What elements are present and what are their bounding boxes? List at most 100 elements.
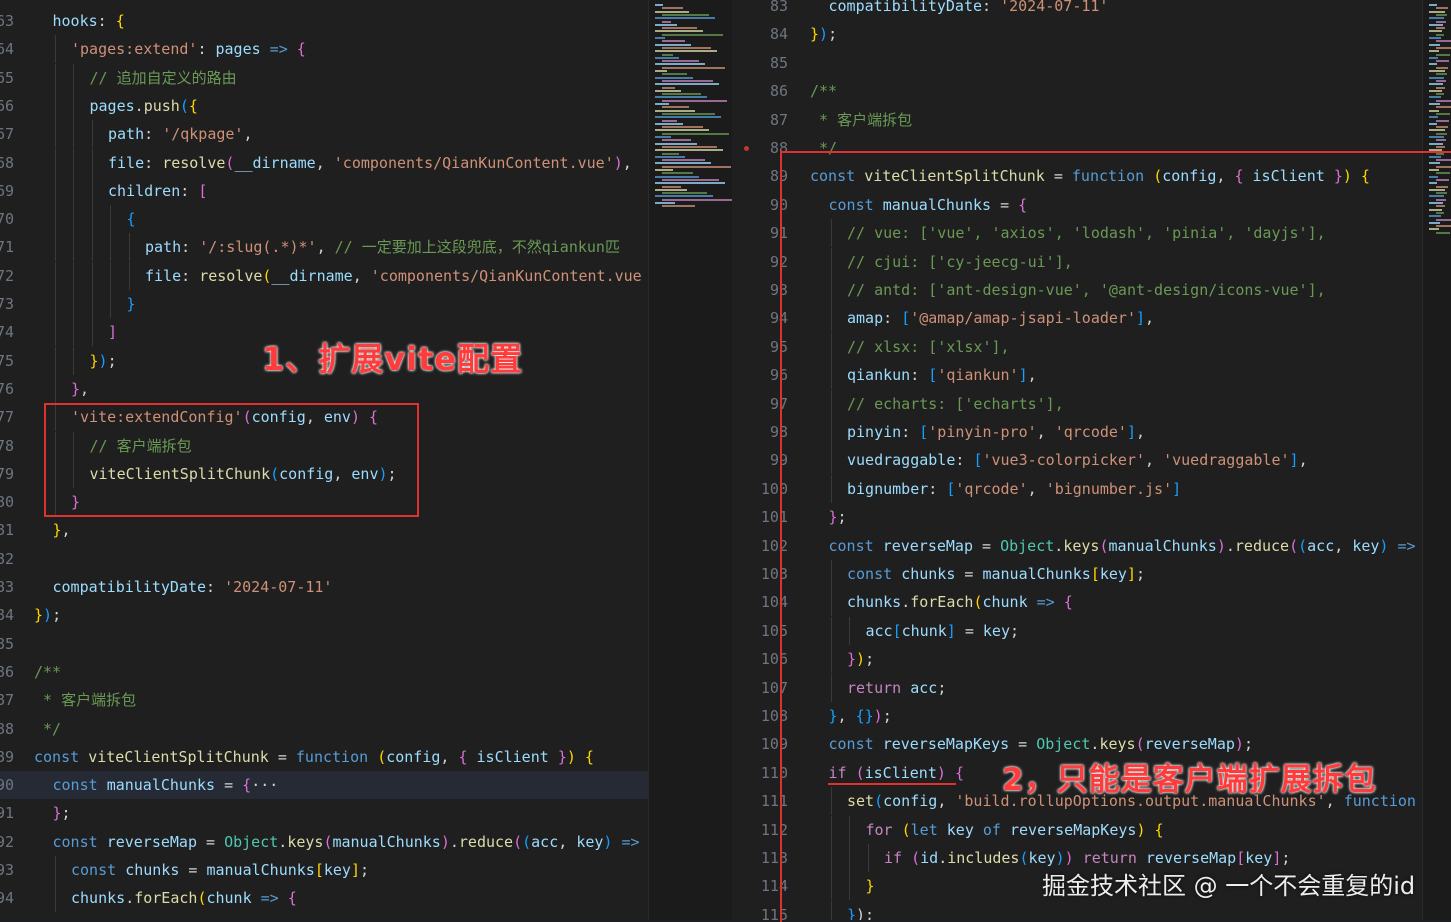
- minimap-stroke: [1436, 60, 1449, 63]
- code-token: ): [613, 153, 623, 172]
- code-token: {: [584, 747, 594, 766]
- line-number: 64: [0, 40, 14, 59]
- indent-guide: [54, 233, 56, 262]
- code-line[interactable]: 87 * 客户端拆包: [732, 106, 1422, 134]
- minimap-stroke: [1436, 13, 1447, 16]
- code-text: };: [34, 799, 71, 827]
- code-line[interactable]: 91};: [0, 799, 648, 827]
- minimap-stroke: [1429, 30, 1442, 33]
- code-token: ,: [440, 747, 459, 766]
- minimap-stroke: [1436, 119, 1449, 122]
- minimap-stroke: [655, 149, 723, 152]
- code-token: :: [144, 125, 163, 144]
- line-number: 86: [0, 662, 14, 681]
- code-line[interactable]: 69 children: [: [0, 176, 648, 205]
- line-number: 63: [0, 12, 14, 30]
- code-line[interactable]: 88 */: [0, 715, 648, 743]
- code-token: viteClientSplitChunk: [88, 747, 269, 766]
- code-token: ,: [316, 238, 335, 257]
- code-token: }: [71, 379, 81, 398]
- minimap-stroke: [655, 129, 709, 132]
- code-line[interactable]: 72 file: resolve(__dirname, 'components/Q…: [0, 261, 648, 290]
- indent-guide: [73, 261, 74, 290]
- annotation-extend-vite-config: 1、扩展vite配置: [262, 340, 524, 378]
- code-line[interactable]: 81},: [0, 516, 648, 544]
- minimap-stroke: [1436, 112, 1450, 115]
- code-line[interactable]: 85: [732, 49, 1422, 77]
- left-minimap[interactable]: [648, 0, 733, 920]
- code-line[interactable]: 70 {: [0, 205, 648, 234]
- minimap-stroke: [655, 136, 671, 138]
- code-text: compatibilityDate: '2024-07-11': [34, 573, 333, 601]
- code-line[interactable]: 65 // 追加自定义的路由: [0, 63, 648, 92]
- minimap-stroke: [1429, 109, 1439, 112]
- code-line[interactable]: 86 /**: [0, 658, 648, 686]
- code-line[interactable]: 64 'pages:extend': pages => {: [0, 35, 648, 64]
- code-line[interactable]: 84});: [0, 601, 648, 629]
- indent-guide: [73, 63, 74, 92]
- indent-guide: [73, 233, 74, 262]
- minimap-stroke: [662, 165, 731, 168]
- code-line[interactable]: 86 /**: [732, 77, 1422, 105]
- code-line[interactable]: 93 const chunks = manualChunks[key];: [0, 856, 648, 884]
- code-token: .: [278, 832, 288, 851]
- code-line[interactable]: 84});: [732, 20, 1422, 48]
- code-line[interactable]: 92 const reverseMap = Object.keys(manualC…: [0, 828, 648, 856]
- indent-guide: [54, 120, 56, 149]
- code-line[interactable]: 63 hooks: {: [0, 7, 648, 35]
- line-number: 66: [0, 96, 14, 115]
- line-number: 74: [0, 323, 14, 342]
- minimap-stroke: [1436, 7, 1448, 10]
- minimap-stroke: [1429, 129, 1445, 132]
- line-number: 80: [0, 493, 14, 512]
- code-text: file: resolve(__dirname, 'components/Qia…: [34, 148, 632, 177]
- code-line[interactable]: 89 const viteClientSplitChunk = function …: [0, 743, 648, 771]
- code-text: {: [34, 205, 136, 234]
- code-token: =>: [612, 832, 640, 851]
- code-line[interactable]: 73}: [0, 290, 648, 318]
- minimap-stroke: [655, 169, 673, 171]
- minimap-stroke: [1429, 50, 1439, 53]
- code-text: /**: [34, 658, 61, 686]
- code-line[interactable]: 66 pages.push({: [0, 91, 648, 120]
- minimap-stroke: [1436, 73, 1447, 76]
- code-token: function: [295, 747, 369, 766]
- code-token: __dirname: [271, 266, 353, 285]
- line-number: 90: [0, 776, 14, 795]
- code-line[interactable]: 87 * 客户端拆包: [0, 686, 648, 714]
- code-line[interactable]: 71 path: '/:slug(.*)*', // 一定要加上这段兜底，不然qi…: [0, 233, 648, 262]
- code-token: const: [52, 832, 98, 851]
- line-number: 92: [0, 832, 14, 851]
- code-line[interactable]: 83 compatibilityDate: '2024-07-11': [732, 0, 1422, 20]
- code-token: keys: [287, 832, 324, 851]
- code-token: Object: [224, 832, 279, 851]
- indent-guide: [91, 120, 93, 149]
- line-number: 94: [0, 889, 14, 908]
- code-line[interactable]: 85: [0, 630, 648, 658]
- code-token: // 追加自定义的路由: [89, 68, 237, 87]
- code-line[interactable]: 83 compatibilityDate: '2024-07-11': [0, 573, 648, 601]
- code-text: compatibilityDate: '2024-07-11': [810, 0, 1109, 20]
- code-token: */: [34, 719, 62, 738]
- code-line[interactable]: 82: [0, 545, 648, 573]
- minimap-stroke: [662, 159, 705, 162]
- line-number: 83: [769, 0, 788, 15]
- minimap-stroke: [1436, 139, 1446, 142]
- line-number: 77: [0, 408, 14, 427]
- code-token: /**: [34, 662, 62, 681]
- code-token: ···: [251, 776, 279, 795]
- indent-guide: [54, 176, 56, 205]
- code-token: ): [566, 747, 576, 766]
- code-line[interactable]: 68 file: resolve(__dirname, 'components/Q…: [0, 148, 648, 177]
- code-token: ,: [622, 153, 632, 172]
- minimap-stroke: [662, 172, 693, 175]
- code-line[interactable]: 90 const manualChunks = {···: [0, 771, 648, 800]
- code-line[interactable]: 94 chunks.forEach(chunk => {: [0, 884, 648, 913]
- minimap-stroke: [655, 56, 679, 59]
- code-line[interactable]: 67 path: '/qkpage',: [0, 120, 648, 149]
- minimap-stroke: [655, 4, 663, 6]
- code-token: ): [43, 606, 53, 625]
- indent-guide: [91, 318, 93, 347]
